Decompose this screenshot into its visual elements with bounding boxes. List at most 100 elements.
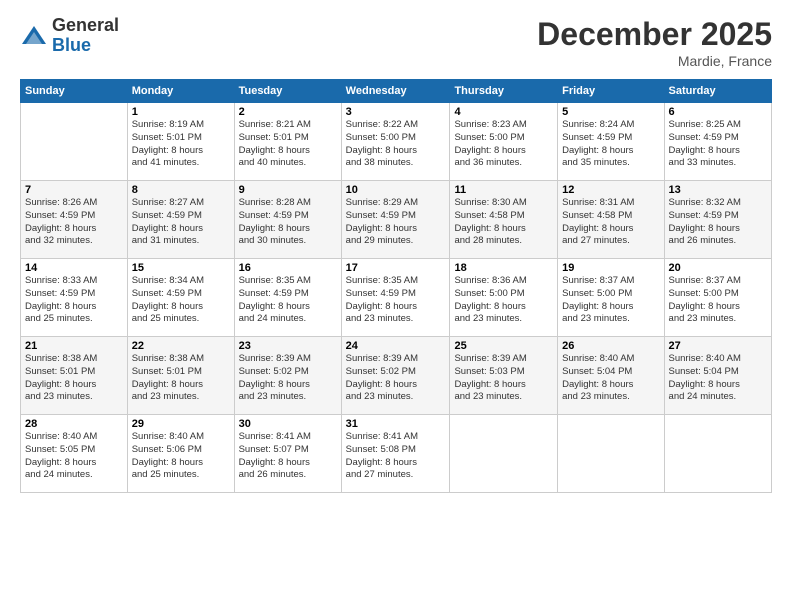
day-info: Sunrise: 8:27 AM Sunset: 4:59 PM Dayligh… bbox=[132, 197, 230, 248]
month-title: December 2025 bbox=[537, 16, 772, 53]
day-info: Sunrise: 8:40 AM Sunset: 5:06 PM Dayligh… bbox=[132, 431, 230, 482]
day-of-week-header: Sunday bbox=[21, 80, 128, 103]
calendar-cell: 20Sunrise: 8:37 AM Sunset: 5:00 PM Dayli… bbox=[664, 259, 771, 337]
calendar-cell bbox=[21, 103, 128, 181]
day-number: 30 bbox=[239, 418, 337, 430]
day-number: 25 bbox=[454, 340, 553, 352]
calendar-cell bbox=[664, 415, 771, 493]
day-number: 2 bbox=[239, 106, 337, 118]
calendar-cell: 12Sunrise: 8:31 AM Sunset: 4:58 PM Dayli… bbox=[558, 181, 664, 259]
day-info: Sunrise: 8:40 AM Sunset: 5:05 PM Dayligh… bbox=[25, 431, 123, 482]
day-info: Sunrise: 8:39 AM Sunset: 5:03 PM Dayligh… bbox=[454, 353, 553, 404]
title-block: December 2025 Mardie, France bbox=[537, 16, 772, 69]
day-number: 15 bbox=[132, 262, 230, 274]
calendar-cell: 31Sunrise: 8:41 AM Sunset: 5:08 PM Dayli… bbox=[341, 415, 450, 493]
calendar-week-row: 28Sunrise: 8:40 AM Sunset: 5:05 PM Dayli… bbox=[21, 415, 772, 493]
day-number: 11 bbox=[454, 184, 553, 196]
day-info: Sunrise: 8:37 AM Sunset: 5:00 PM Dayligh… bbox=[669, 275, 767, 326]
day-number: 4 bbox=[454, 106, 553, 118]
calendar-cell: 6Sunrise: 8:25 AM Sunset: 4:59 PM Daylig… bbox=[664, 103, 771, 181]
day-info: Sunrise: 8:24 AM Sunset: 4:59 PM Dayligh… bbox=[562, 119, 659, 170]
logo: General Blue bbox=[20, 16, 119, 56]
calendar-cell: 26Sunrise: 8:40 AM Sunset: 5:04 PM Dayli… bbox=[558, 337, 664, 415]
day-number: 24 bbox=[346, 340, 446, 352]
day-info: Sunrise: 8:39 AM Sunset: 5:02 PM Dayligh… bbox=[346, 353, 446, 404]
calendar-week-row: 14Sunrise: 8:33 AM Sunset: 4:59 PM Dayli… bbox=[21, 259, 772, 337]
day-number: 18 bbox=[454, 262, 553, 274]
calendar-header-row: SundayMondayTuesdayWednesdayThursdayFrid… bbox=[21, 80, 772, 103]
day-info: Sunrise: 8:22 AM Sunset: 5:00 PM Dayligh… bbox=[346, 119, 446, 170]
calendar-cell: 17Sunrise: 8:35 AM Sunset: 4:59 PM Dayli… bbox=[341, 259, 450, 337]
day-number: 1 bbox=[132, 106, 230, 118]
calendar-table: SundayMondayTuesdayWednesdayThursdayFrid… bbox=[20, 79, 772, 493]
day-info: Sunrise: 8:34 AM Sunset: 4:59 PM Dayligh… bbox=[132, 275, 230, 326]
day-of-week-header: Wednesday bbox=[341, 80, 450, 103]
calendar-cell: 29Sunrise: 8:40 AM Sunset: 5:06 PM Dayli… bbox=[127, 415, 234, 493]
calendar-cell: 22Sunrise: 8:38 AM Sunset: 5:01 PM Dayli… bbox=[127, 337, 234, 415]
day-info: Sunrise: 8:36 AM Sunset: 5:00 PM Dayligh… bbox=[454, 275, 553, 326]
calendar-week-row: 1Sunrise: 8:19 AM Sunset: 5:01 PM Daylig… bbox=[21, 103, 772, 181]
calendar-cell: 16Sunrise: 8:35 AM Sunset: 4:59 PM Dayli… bbox=[234, 259, 341, 337]
day-info: Sunrise: 8:38 AM Sunset: 5:01 PM Dayligh… bbox=[25, 353, 123, 404]
day-info: Sunrise: 8:30 AM Sunset: 4:58 PM Dayligh… bbox=[454, 197, 553, 248]
day-of-week-header: Saturday bbox=[664, 80, 771, 103]
day-of-week-header: Friday bbox=[558, 80, 664, 103]
page-container: General Blue December 2025 Mardie, Franc… bbox=[0, 0, 792, 612]
day-number: 6 bbox=[669, 106, 767, 118]
day-number: 9 bbox=[239, 184, 337, 196]
day-number: 21 bbox=[25, 340, 123, 352]
day-of-week-header: Thursday bbox=[450, 80, 558, 103]
day-number: 19 bbox=[562, 262, 659, 274]
day-info: Sunrise: 8:37 AM Sunset: 5:00 PM Dayligh… bbox=[562, 275, 659, 326]
calendar-cell: 14Sunrise: 8:33 AM Sunset: 4:59 PM Dayli… bbox=[21, 259, 128, 337]
day-number: 23 bbox=[239, 340, 337, 352]
logo-general-text: General bbox=[52, 16, 119, 36]
calendar-week-row: 21Sunrise: 8:38 AM Sunset: 5:01 PM Dayli… bbox=[21, 337, 772, 415]
day-number: 10 bbox=[346, 184, 446, 196]
calendar-cell bbox=[558, 415, 664, 493]
day-info: Sunrise: 8:40 AM Sunset: 5:04 PM Dayligh… bbox=[562, 353, 659, 404]
calendar-cell: 27Sunrise: 8:40 AM Sunset: 5:04 PM Dayli… bbox=[664, 337, 771, 415]
day-number: 31 bbox=[346, 418, 446, 430]
day-info: Sunrise: 8:19 AM Sunset: 5:01 PM Dayligh… bbox=[132, 119, 230, 170]
day-info: Sunrise: 8:39 AM Sunset: 5:02 PM Dayligh… bbox=[239, 353, 337, 404]
calendar-cell: 4Sunrise: 8:23 AM Sunset: 5:00 PM Daylig… bbox=[450, 103, 558, 181]
day-info: Sunrise: 8:31 AM Sunset: 4:58 PM Dayligh… bbox=[562, 197, 659, 248]
day-info: Sunrise: 8:28 AM Sunset: 4:59 PM Dayligh… bbox=[239, 197, 337, 248]
day-number: 12 bbox=[562, 184, 659, 196]
day-of-week-header: Tuesday bbox=[234, 80, 341, 103]
calendar-cell: 19Sunrise: 8:37 AM Sunset: 5:00 PM Dayli… bbox=[558, 259, 664, 337]
calendar-cell: 3Sunrise: 8:22 AM Sunset: 5:00 PM Daylig… bbox=[341, 103, 450, 181]
calendar-cell: 8Sunrise: 8:27 AM Sunset: 4:59 PM Daylig… bbox=[127, 181, 234, 259]
calendar-cell bbox=[450, 415, 558, 493]
day-number: 3 bbox=[346, 106, 446, 118]
day-of-week-header: Monday bbox=[127, 80, 234, 103]
calendar-cell: 18Sunrise: 8:36 AM Sunset: 5:00 PM Dayli… bbox=[450, 259, 558, 337]
day-number: 8 bbox=[132, 184, 230, 196]
day-info: Sunrise: 8:35 AM Sunset: 4:59 PM Dayligh… bbox=[346, 275, 446, 326]
calendar-cell: 23Sunrise: 8:39 AM Sunset: 5:02 PM Dayli… bbox=[234, 337, 341, 415]
day-info: Sunrise: 8:41 AM Sunset: 5:08 PM Dayligh… bbox=[346, 431, 446, 482]
calendar-cell: 24Sunrise: 8:39 AM Sunset: 5:02 PM Dayli… bbox=[341, 337, 450, 415]
day-number: 16 bbox=[239, 262, 337, 274]
calendar-cell: 15Sunrise: 8:34 AM Sunset: 4:59 PM Dayli… bbox=[127, 259, 234, 337]
calendar-week-row: 7Sunrise: 8:26 AM Sunset: 4:59 PM Daylig… bbox=[21, 181, 772, 259]
day-number: 13 bbox=[669, 184, 767, 196]
calendar-cell: 11Sunrise: 8:30 AM Sunset: 4:58 PM Dayli… bbox=[450, 181, 558, 259]
day-number: 29 bbox=[132, 418, 230, 430]
calendar-cell: 10Sunrise: 8:29 AM Sunset: 4:59 PM Dayli… bbox=[341, 181, 450, 259]
day-number: 14 bbox=[25, 262, 123, 274]
calendar-cell: 2Sunrise: 8:21 AM Sunset: 5:01 PM Daylig… bbox=[234, 103, 341, 181]
calendar-cell: 7Sunrise: 8:26 AM Sunset: 4:59 PM Daylig… bbox=[21, 181, 128, 259]
day-info: Sunrise: 8:40 AM Sunset: 5:04 PM Dayligh… bbox=[669, 353, 767, 404]
day-info: Sunrise: 8:35 AM Sunset: 4:59 PM Dayligh… bbox=[239, 275, 337, 326]
logo-blue-text: Blue bbox=[52, 36, 119, 56]
logo-icon bbox=[20, 22, 48, 50]
calendar-cell: 5Sunrise: 8:24 AM Sunset: 4:59 PM Daylig… bbox=[558, 103, 664, 181]
day-info: Sunrise: 8:23 AM Sunset: 5:00 PM Dayligh… bbox=[454, 119, 553, 170]
subtitle: Mardie, France bbox=[537, 53, 772, 69]
day-info: Sunrise: 8:38 AM Sunset: 5:01 PM Dayligh… bbox=[132, 353, 230, 404]
day-number: 27 bbox=[669, 340, 767, 352]
day-number: 26 bbox=[562, 340, 659, 352]
day-number: 28 bbox=[25, 418, 123, 430]
